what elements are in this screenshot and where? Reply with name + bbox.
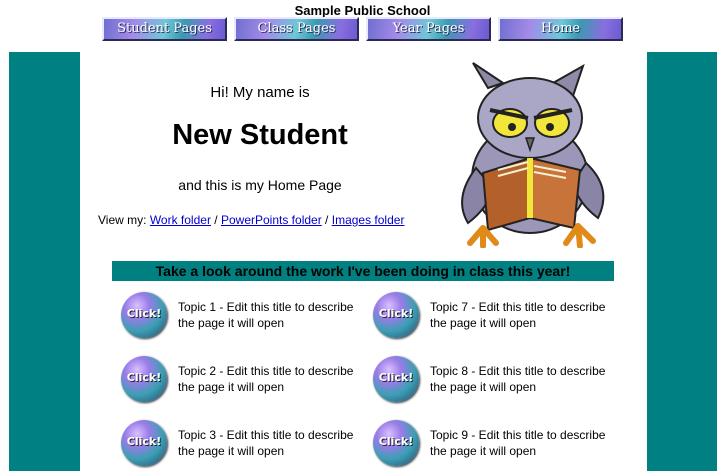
nav-student-pages-button[interactable]: Student Pages — [102, 17, 227, 41]
click-button-topic-2[interactable]: Click! — [121, 356, 167, 402]
click-button-label: Click! — [378, 371, 414, 384]
topic-item: Click! Topic 8 - Edit this title to desc… — [373, 356, 613, 408]
work-banner: Take a look around the work I've been do… — [112, 261, 614, 281]
topic-item: Click! Topic 9 - Edit this title to desc… — [373, 420, 613, 472]
topic-title: Topic 2 - Edit this title to describe th… — [178, 364, 354, 394]
click-button-label: Click! — [126, 435, 162, 448]
greeting-text: Hi! My name is — [210, 84, 310, 101]
nav-year-pages-button[interactable]: Year Pages — [366, 17, 491, 41]
topic-item: Click! Topic 1 - Edit this title to desc… — [121, 292, 361, 344]
left-border — [9, 52, 80, 471]
topic-item: Click! Topic 7 - Edit this title to desc… — [373, 292, 613, 344]
topic-title: Topic 3 - Edit this title to describe th… — [178, 428, 354, 458]
school-title: Sample Public School — [294, 3, 431, 18]
folder-links: View my: Work folder / PowerPoints folde… — [98, 213, 404, 227]
topic-title: Topic 7 - Edit this title to describe th… — [430, 300, 606, 330]
topic-item: Click! Topic 3 - Edit this title to desc… — [121, 420, 361, 472]
images-folder-link[interactable]: Images folder — [332, 213, 405, 227]
click-button-label: Click! — [126, 371, 162, 384]
link-separator: / — [325, 213, 329, 227]
powerpoints-folder-link[interactable]: PowerPoints folder — [221, 213, 322, 227]
click-button-label: Click! — [378, 307, 414, 320]
click-button-topic-3[interactable]: Click! — [121, 420, 167, 466]
click-button-topic-9[interactable]: Click! — [373, 420, 419, 466]
owl-reading-book-icon — [461, 62, 605, 248]
topic-title: Topic 8 - Edit this title to describe th… — [430, 364, 606, 394]
right-border — [647, 52, 717, 471]
home-page-subline: and this is my Home Page — [178, 177, 342, 193]
link-separator: / — [214, 213, 218, 227]
click-button-label: Click! — [126, 307, 162, 320]
view-my-label: View my: — [98, 213, 147, 227]
click-button-topic-8[interactable]: Click! — [373, 356, 419, 402]
topic-title: Topic 1 - Edit this title to describe th… — [178, 300, 354, 330]
topic-title: Topic 9 - Edit this title to describe th… — [430, 428, 606, 458]
click-button-label: Click! — [378, 435, 414, 448]
click-button-topic-7[interactable]: Click! — [373, 292, 419, 338]
click-button-topic-1[interactable]: Click! — [121, 292, 167, 338]
student-name: New Student — [172, 119, 348, 151]
topic-item: Click! Topic 2 - Edit this title to desc… — [121, 356, 361, 408]
nav-class-pages-button[interactable]: Class Pages — [234, 17, 359, 41]
nav-home-button[interactable]: Home — [498, 17, 623, 41]
work-folder-link[interactable]: Work folder — [150, 213, 211, 227]
